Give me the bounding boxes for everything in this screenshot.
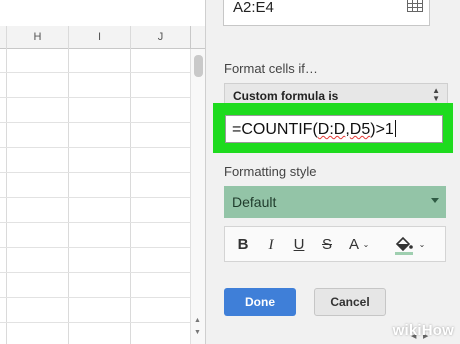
text-cursor <box>394 120 396 137</box>
text-color-dropdown-icon[interactable]: ⌄ <box>361 235 371 255</box>
column-header-j[interactable]: J <box>131 26 191 48</box>
condition-dropdown-value: Custom formula is <box>233 89 339 103</box>
strikethrough-button[interactable]: S <box>319 235 335 255</box>
format-cells-if-label: Format cells if… <box>224 61 318 76</box>
spreadsheet-area: H I J ▲ ▼ <box>0 0 205 344</box>
column-header-h[interactable]: H <box>7 26 69 48</box>
bold-button[interactable]: B <box>235 235 251 255</box>
fill-color-icon[interactable] <box>393 235 415 255</box>
formatting-style-label: Formatting style <box>224 164 317 179</box>
range-input[interactable]: A2:E4 <box>223 0 430 26</box>
chevron-down-icon <box>431 198 439 203</box>
format-toolbar: B I U S A ⌄ ⌄ <box>224 226 446 262</box>
conditional-format-panel: A2:E4 Format cells if… Custom formula is… <box>205 0 460 344</box>
fill-color-dropdown-icon[interactable]: ⌄ <box>417 235 427 255</box>
scrollbar-thumb[interactable] <box>194 55 203 77</box>
italic-button[interactable]: I <box>263 235 279 255</box>
updown-arrows-icon: ▲ ▼ <box>432 86 440 103</box>
wikihow-watermark: wikiHow <box>392 322 454 339</box>
column-header-i[interactable]: I <box>69 26 131 48</box>
cancel-button[interactable]: Cancel <box>314 288 386 316</box>
formatting-style-dropdown[interactable]: Default <box>224 186 446 218</box>
done-button[interactable]: Done <box>224 288 296 316</box>
formatting-style-value: Default <box>232 194 277 210</box>
scroll-up-arrow-icon[interactable]: ▲ <box>194 317 201 324</box>
formula-value: =COUNTIF(D:D,D5)>1 <box>232 120 396 138</box>
sheet-top-strip <box>0 0 205 27</box>
vertical-scrollbar[interactable]: ▲ ▼ <box>190 49 205 344</box>
underline-button[interactable]: U <box>291 235 307 255</box>
custom-formula-input[interactable]: =COUNTIF(D:D,D5)>1 <box>225 115 443 143</box>
scroll-down-arrow-icon[interactable]: ▼ <box>194 329 201 336</box>
select-range-grid-icon[interactable] <box>407 0 423 12</box>
text-color-button[interactable]: A <box>346 235 362 255</box>
range-value: A2:E4 <box>233 0 274 16</box>
cell-grid[interactable] <box>0 49 190 344</box>
column-header-row: H I J <box>0 26 205 49</box>
